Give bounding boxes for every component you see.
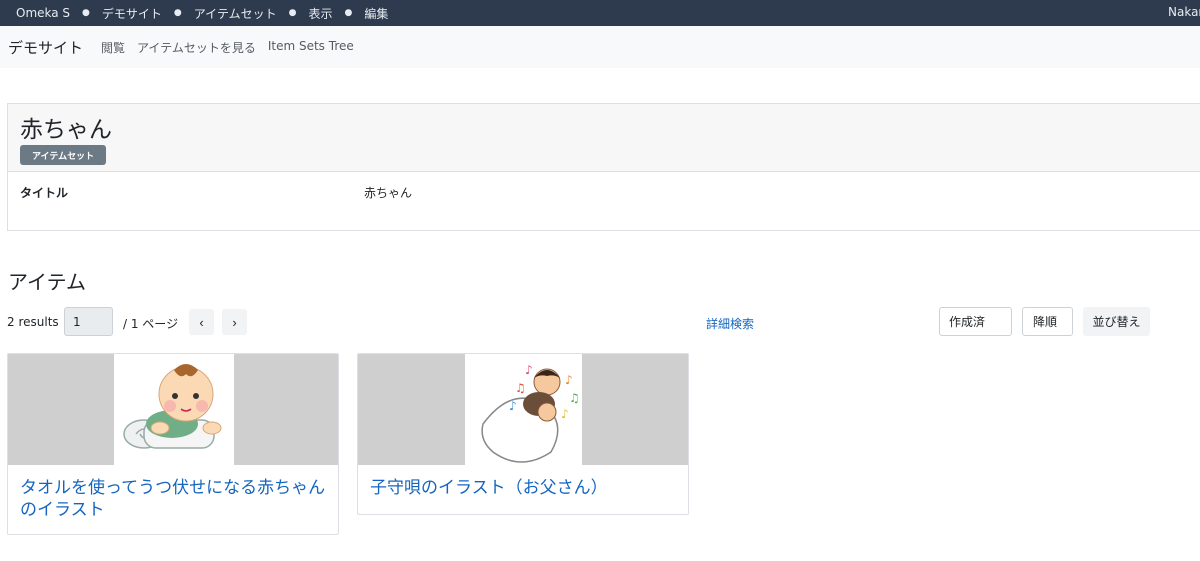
svg-text:♪: ♪ bbox=[561, 407, 569, 421]
item-title-link[interactable]: タオルを使ってうつ伏せになる赤ちゃんのイラスト bbox=[8, 465, 338, 533]
item-title-link[interactable]: 子守唄のイラスト（お父さん） bbox=[358, 465, 688, 511]
page-title: 赤ちゃん bbox=[20, 117, 112, 143]
item-set-panel: 赤ちゃん アイテムセット タイトル 赤ちゃん bbox=[7, 103, 1200, 231]
item-card[interactable]: タオルを使ってうつ伏せになる赤ちゃんのイラスト bbox=[7, 353, 339, 535]
breadcrumb-site[interactable]: デモサイト bbox=[102, 5, 162, 22]
baby-towel-illustration bbox=[114, 354, 234, 465]
page-number-input[interactable] bbox=[64, 307, 113, 336]
page-total: / 1 ページ bbox=[123, 317, 179, 331]
chevron-right-icon: › bbox=[232, 314, 237, 330]
breadcrumb-separator: ● bbox=[288, 8, 297, 18]
property-value: 赤ちゃん bbox=[364, 186, 413, 200]
lullaby-illustration: ♪ ♫ ♪ ♪ ♫ ♪ bbox=[465, 354, 582, 465]
user-link[interactable]: Nakamura bbox=[1168, 5, 1200, 19]
breadcrumb-edit[interactable]: 編集 bbox=[364, 5, 388, 22]
svg-text:♫: ♫ bbox=[515, 381, 526, 395]
sort-order-select[interactable]: 降順 bbox=[1022, 307, 1073, 336]
site-navigation: デモサイト 閲覧 アイテムセットを見る Item Sets Tree bbox=[0, 26, 1200, 68]
nav-link-item-sets-tree[interactable]: Item Sets Tree bbox=[268, 39, 354, 56]
sort-button[interactable]: 並び替え bbox=[1083, 307, 1150, 336]
breadcrumb-separator: ● bbox=[344, 8, 353, 18]
svg-text:♪: ♪ bbox=[565, 373, 573, 387]
svg-text:♪: ♪ bbox=[509, 399, 517, 413]
property-label: タイトル bbox=[20, 186, 69, 200]
nav-link-item-sets[interactable]: アイテムセットを見る bbox=[137, 39, 256, 56]
breadcrumb-separator: ● bbox=[82, 8, 90, 18]
breadcrumb-omeka[interactable]: Omeka S bbox=[16, 6, 70, 20]
item-card[interactable]: ♪ ♫ ♪ ♪ ♫ ♪ 子守唄のイラスト（お父さん） bbox=[357, 353, 689, 515]
breadcrumb: Omeka S ● デモサイト ● アイテムセット ● 表示 ● 編集 bbox=[0, 5, 388, 22]
sort-by-select[interactable]: 作成済 bbox=[939, 307, 1012, 336]
item-thumbnail[interactable] bbox=[8, 354, 338, 465]
breadcrumb-separator: ● bbox=[173, 8, 182, 18]
previous-page-button[interactable]: ‹ bbox=[189, 309, 214, 335]
advanced-search-link[interactable]: 詳細検索 bbox=[706, 315, 754, 332]
nav-link-browse[interactable]: 閲覧 bbox=[101, 39, 125, 56]
site-nav-links: 閲覧 アイテムセットを見る Item Sets Tree bbox=[101, 39, 366, 56]
resource-type-badge: アイテムセット bbox=[20, 145, 107, 165]
admin-bar: Omeka S ● デモサイト ● アイテムセット ● 表示 ● 編集 Naka… bbox=[0, 0, 1200, 26]
site-title[interactable]: デモサイト bbox=[8, 37, 83, 58]
item-thumbnail[interactable]: ♪ ♫ ♪ ♪ ♫ ♪ bbox=[358, 354, 688, 465]
svg-text:♫: ♫ bbox=[569, 391, 580, 405]
svg-text:♪: ♪ bbox=[525, 363, 533, 377]
chevron-left-icon: ‹ bbox=[199, 314, 204, 330]
breadcrumb-view[interactable]: 表示 bbox=[308, 5, 332, 22]
breadcrumb-item-sets[interactable]: アイテムセット bbox=[194, 5, 277, 22]
item-set-header: 赤ちゃん アイテムセット bbox=[8, 104, 1200, 172]
browse-toolbar: 2 results / 1 ページ ‹ › 詳細検索 作成済 降順 並び替え bbox=[0, 307, 1200, 337]
next-page-button[interactable]: › bbox=[222, 309, 247, 335]
results-count: 2 results bbox=[7, 315, 59, 329]
items-heading: アイテム bbox=[8, 270, 86, 294]
